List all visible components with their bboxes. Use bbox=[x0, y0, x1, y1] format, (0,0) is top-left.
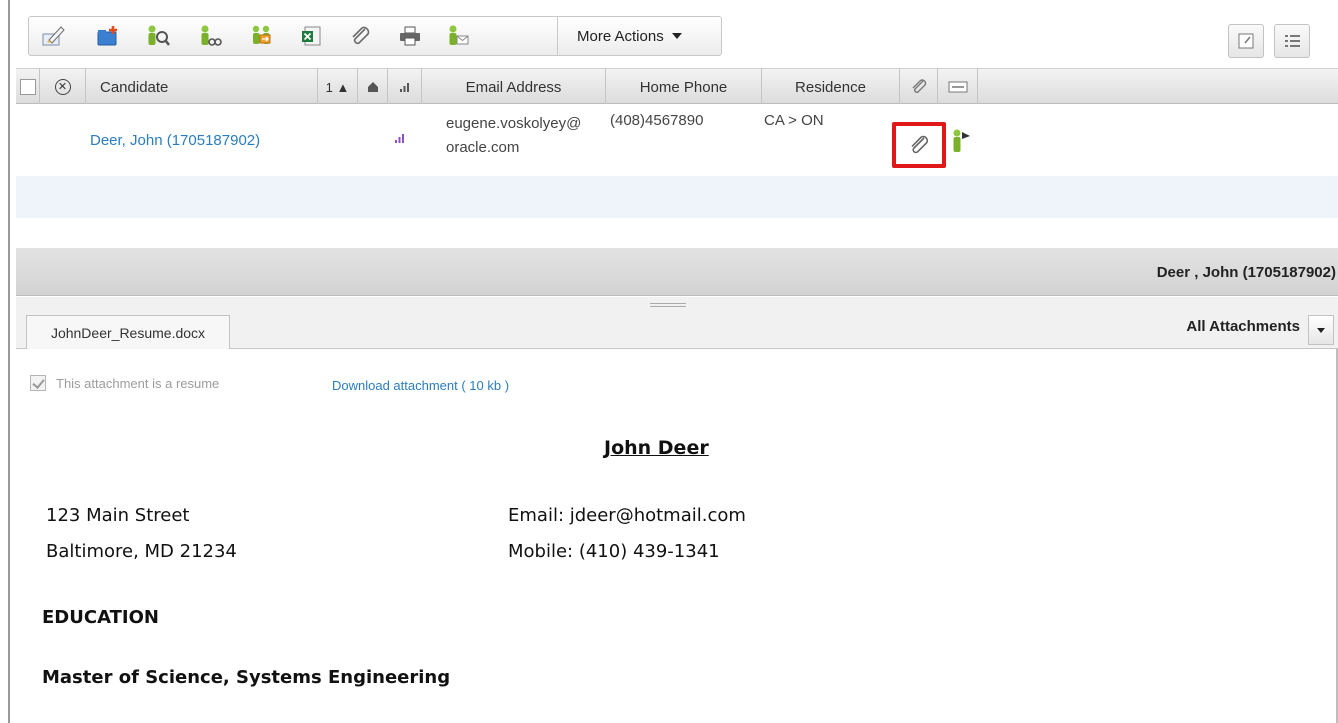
column-email-label: Email Address bbox=[465, 78, 562, 96]
tab-resume-file[interactable]: JohnDeer_Resume.docx bbox=[26, 315, 230, 349]
more-actions-button[interactable]: More Actions bbox=[565, 21, 715, 51]
column-home-phone-label: Home Phone bbox=[639, 78, 728, 96]
column-candidate[interactable]: Candidate bbox=[86, 69, 318, 105]
degree-title: Master of Science, Systems Engineering bbox=[42, 667, 451, 688]
attachment-highlight[interactable] bbox=[892, 122, 946, 168]
rank-bars-icon bbox=[395, 134, 404, 143]
add-to-folder-icon[interactable] bbox=[93, 21, 123, 51]
list-view-icon[interactable] bbox=[1274, 24, 1310, 58]
all-attachments-label: All Attachments bbox=[1186, 318, 1300, 335]
match-candidate-icon[interactable] bbox=[195, 21, 225, 51]
rank-bars-icon bbox=[399, 83, 409, 92]
paperclip-icon bbox=[912, 79, 926, 93]
column-rank[interactable] bbox=[388, 69, 422, 105]
paperclip-icon bbox=[911, 135, 929, 154]
dropdown-caret-icon bbox=[671, 33, 682, 39]
tab-label: JohnDeer_Resume.docx bbox=[50, 324, 206, 341]
address-line-1: 123 Main Street bbox=[46, 505, 190, 526]
dropdown-caret-icon bbox=[1317, 327, 1325, 333]
detail-title: Deer , John (1705187902) bbox=[1156, 264, 1336, 281]
print-icon[interactable] bbox=[395, 21, 425, 51]
resume-checkbox-row: This attachment is a resume bbox=[30, 375, 219, 391]
email-line-2: oracle.com bbox=[446, 139, 520, 156]
attach-icon[interactable] bbox=[345, 21, 375, 51]
download-attachment-link[interactable]: Download attachment ( 10 kb ) bbox=[332, 378, 509, 393]
select-all-checkbox[interactable] bbox=[19, 79, 36, 95]
share-candidate-icon[interactable] bbox=[247, 21, 277, 51]
resume-checkbox[interactable] bbox=[30, 375, 46, 391]
column-attachments[interactable] bbox=[900, 69, 938, 105]
home-phone-cell: (408)4567890 bbox=[610, 112, 704, 129]
email-cell: eugene.voskolyey@ oracle.com bbox=[446, 112, 606, 160]
candidate-flag-icon bbox=[953, 129, 970, 152]
toolbar-button-group: More Actions bbox=[28, 16, 722, 56]
pane-splitter-handle[interactable] bbox=[650, 303, 686, 307]
table-row bbox=[16, 176, 1338, 218]
all-attachments-dropdown[interactable] bbox=[1308, 315, 1334, 345]
column-residence-label: Residence bbox=[795, 78, 866, 96]
sort-indicator[interactable]: 1 ▲ bbox=[318, 69, 358, 105]
clear-column: ✕ bbox=[40, 69, 86, 105]
home-icon bbox=[367, 82, 378, 92]
export-excel-icon[interactable] bbox=[297, 21, 327, 51]
resume-checkbox-label: This attachment is a resume bbox=[56, 375, 220, 391]
action-toolbar: More Actions bbox=[16, 8, 1338, 64]
column-candidate-label: Candidate bbox=[100, 78, 169, 96]
email-candidate-icon[interactable] bbox=[443, 21, 473, 51]
resume-name: John Deer bbox=[604, 437, 709, 459]
residence-cell: CA > ON bbox=[764, 112, 824, 129]
resume-mobile: Mobile: (410) 439-1341 bbox=[508, 541, 720, 562]
resume-email: Email: jdeer@hotmail.com bbox=[508, 505, 746, 526]
column-home-phone[interactable]: Home Phone bbox=[606, 69, 762, 105]
email-line-1: eugene.voskolyey@ bbox=[446, 115, 582, 132]
toolbar-separator bbox=[557, 17, 558, 55]
column-residence[interactable]: Residence bbox=[762, 69, 900, 105]
candidate-link[interactable]: Deer, John (1705187902) bbox=[90, 132, 260, 149]
find-candidate-icon[interactable] bbox=[143, 21, 173, 51]
edit-icon[interactable] bbox=[39, 21, 69, 51]
clear-selection-icon[interactable]: ✕ bbox=[54, 79, 71, 95]
table-row bbox=[16, 218, 1338, 248]
more-actions-label: More Actions bbox=[577, 27, 664, 45]
grid-header: ✕ Candidate 1 ▲ Email Address Home Phone… bbox=[16, 68, 1338, 105]
education-heading: EDUCATION bbox=[42, 607, 159, 628]
detail-view-icon[interactable] bbox=[1228, 24, 1264, 58]
card-icon bbox=[948, 81, 967, 93]
sort-indicator-label: 1 ▲ bbox=[325, 79, 350, 95]
table-row[interactable]: Deer, John (1705187902) eugene.voskolyey… bbox=[16, 104, 1338, 176]
left-border bbox=[8, 0, 10, 723]
detail-header-bar: Deer , John (1705187902) bbox=[16, 248, 1338, 296]
column-internal[interactable] bbox=[358, 69, 388, 105]
select-all-cell bbox=[16, 69, 40, 105]
address-line-2: Baltimore, MD 21234 bbox=[46, 541, 237, 562]
attachment-content: This attachment is a resume Download att… bbox=[16, 349, 1338, 723]
column-card[interactable] bbox=[938, 69, 978, 105]
column-email[interactable]: Email Address bbox=[422, 69, 606, 105]
